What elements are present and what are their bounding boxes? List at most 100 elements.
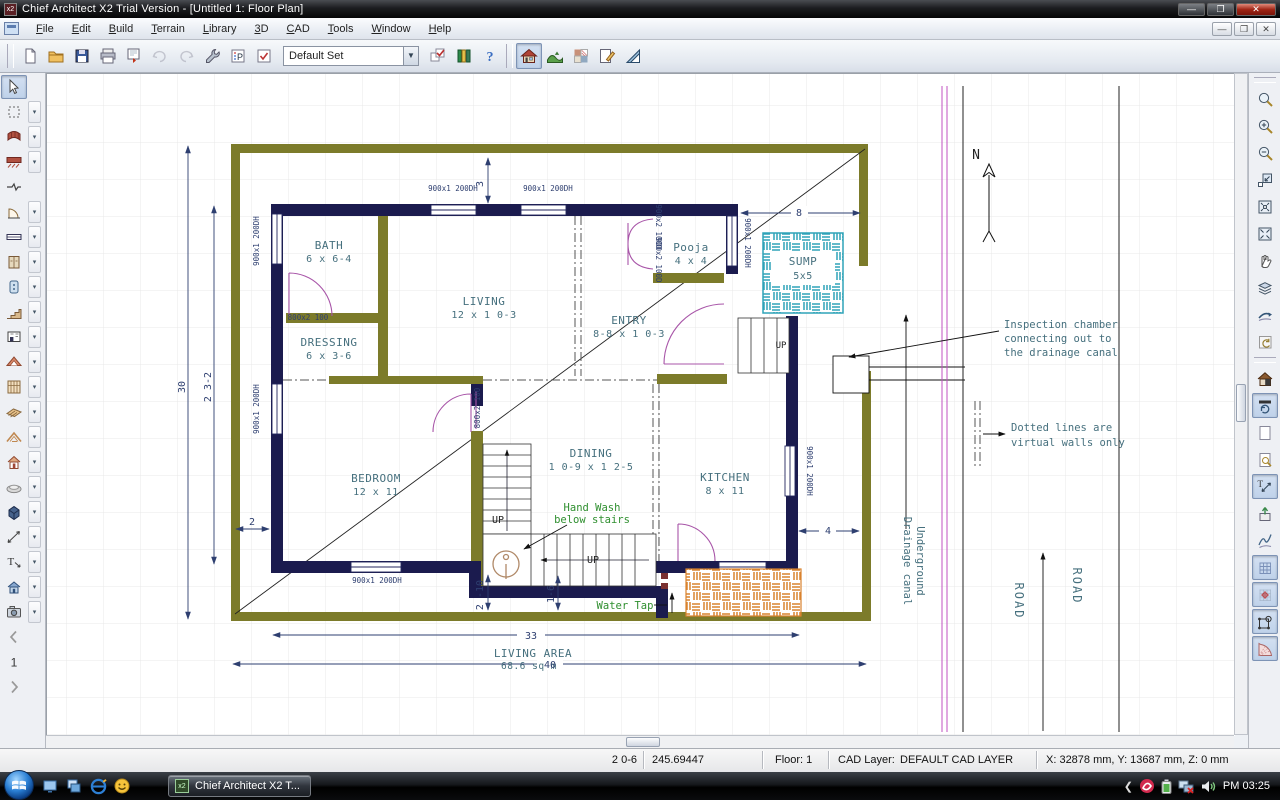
menu-build[interactable]: Build: [100, 21, 142, 37]
menu-file[interactable]: File: [27, 21, 63, 37]
redo[interactable]: [173, 43, 199, 69]
mdi-minimize-button[interactable]: —: [1212, 22, 1232, 36]
taskbar-app-button[interactable]: x2 Chief Architect X2 T...: [168, 775, 311, 797]
mdi-restore-button[interactable]: ❐: [1234, 22, 1254, 36]
color-toggle[interactable]: [1252, 366, 1278, 391]
roof-framing-tool-flyout-arrow[interactable]: ▾: [28, 426, 41, 448]
battery-tray-icon[interactable]: [1161, 779, 1172, 794]
switch-windows-icon[interactable]: [64, 776, 84, 796]
text-tool-flyout-arrow[interactable]: ▾: [28, 551, 41, 573]
mdi-close-button[interactable]: ✕: [1256, 22, 1276, 36]
preferences-check[interactable]: [251, 43, 277, 69]
angle-snaps[interactable]: [1252, 636, 1278, 661]
grid-snaps[interactable]: [1252, 582, 1278, 607]
grid-display[interactable]: [1252, 555, 1278, 580]
layout-view[interactable]: [594, 43, 620, 69]
save[interactable]: [69, 43, 95, 69]
menu-3d[interactable]: 3D: [245, 21, 277, 37]
vertical-scroll-thumb[interactable]: [1236, 384, 1246, 422]
send-to-layout[interactable]: [121, 43, 147, 69]
materials-view[interactable]: [568, 43, 594, 69]
minimize-button[interactable]: —: [1178, 3, 1205, 16]
print-preview[interactable]: [1252, 447, 1278, 472]
volume-tray-icon[interactable]: [1201, 779, 1217, 794]
stairs-tool-flyout-arrow[interactable]: ▾: [28, 301, 41, 323]
porch-paving[interactable]: [686, 569, 801, 616]
camera-tool-flyout-arrow[interactable]: ▾: [28, 601, 41, 623]
library-browser[interactable]: [451, 43, 477, 69]
straight-wall-tool-flyout-arrow[interactable]: ▾: [28, 151, 41, 173]
dormer-tool[interactable]: [1, 450, 27, 474]
primitive-box-tool[interactable]: [1, 500, 27, 524]
help[interactable]: ?: [477, 43, 503, 69]
object-snaps[interactable]: [1252, 609, 1278, 634]
edit-area[interactable]: [1252, 302, 1278, 327]
layer-display[interactable]: [1252, 275, 1278, 300]
curved-wall-tool-flyout-arrow[interactable]: ▾: [28, 126, 41, 148]
floor-up[interactable]: [1, 675, 27, 699]
camera-tool[interactable]: [1, 600, 27, 624]
wall-break-tool[interactable]: [1, 175, 27, 199]
horizontal-scroll-thumb[interactable]: [626, 737, 660, 747]
menu-cad[interactable]: CAD: [278, 21, 319, 37]
camera-view-tool[interactable]: [1, 575, 27, 599]
cabinet-tool[interactable]: [1, 250, 27, 274]
menu-window[interactable]: Window: [362, 21, 419, 37]
style-combo[interactable]: Default Set ▼: [283, 46, 419, 66]
fill-window[interactable]: [1252, 194, 1278, 219]
menu-terrain[interactable]: Terrain: [142, 21, 194, 37]
wall-framing-tool[interactable]: [1, 375, 27, 399]
temp-dimensions[interactable]: T: [1252, 474, 1278, 499]
zoom-out[interactable]: [1252, 140, 1278, 165]
auto-rebuild[interactable]: [1252, 393, 1278, 418]
roof-tool-flyout-arrow[interactable]: ▾: [28, 351, 41, 373]
undo-zoom[interactable]: [1252, 167, 1278, 192]
plan-database[interactable]: P: [225, 43, 251, 69]
window-tool[interactable]: [1, 225, 27, 249]
zoom-in[interactable]: [1252, 113, 1278, 138]
network-tray-icon[interactable]: [1178, 779, 1195, 794]
primitive-box-tool-flyout-arrow[interactable]: ▾: [28, 501, 41, 523]
internet-explorer-icon[interactable]: [88, 776, 108, 796]
central-stairs[interactable]: [483, 444, 531, 534]
dimension-tool-flyout-arrow[interactable]: ▾: [28, 526, 41, 548]
mdi-child-icon[interactable]: [4, 22, 19, 35]
camera-view-tool-flyout-arrow[interactable]: ▾: [28, 576, 41, 598]
blank-sheet[interactable]: [1252, 420, 1278, 445]
restore-button[interactable]: ❐: [1207, 3, 1234, 16]
straight-wall-tool[interactable]: [1, 150, 27, 174]
roof-framing-tool[interactable]: [1, 425, 27, 449]
zoom-tool[interactable]: [1252, 86, 1278, 111]
fixture-tool-flyout-arrow[interactable]: ▾: [28, 326, 41, 348]
floor-framing-tool-flyout-arrow[interactable]: ▾: [28, 401, 41, 423]
spline-tool[interactable]: [1252, 528, 1278, 553]
horizontal-scrollbar[interactable]: [46, 735, 1234, 748]
door-tool[interactable]: [1, 200, 27, 224]
restore-view[interactable]: [1252, 329, 1278, 354]
tray-expand-icon[interactable]: ❮: [1124, 780, 1133, 793]
door-tool-flyout-arrow[interactable]: ▾: [28, 201, 41, 223]
toggle-controls[interactable]: [425, 43, 451, 69]
antivirus-tray-icon[interactable]: [1139, 778, 1155, 794]
fixture-tool[interactable]: [1, 325, 27, 349]
terrain-tool-flyout-arrow[interactable]: ▾: [28, 476, 41, 498]
dormer-tool-flyout-arrow[interactable]: ▾: [28, 451, 41, 473]
export-tool[interactable]: [1252, 501, 1278, 526]
cabinet-tool-flyout-arrow[interactable]: ▾: [28, 251, 41, 273]
clock[interactable]: PM 03:25: [1223, 780, 1270, 792]
view-all[interactable]: [1252, 221, 1278, 246]
text-tool[interactable]: T: [1, 550, 27, 574]
settings-wrench[interactable]: [199, 43, 225, 69]
menu-library[interactable]: Library: [194, 21, 246, 37]
open-folder[interactable]: [43, 43, 69, 69]
pan-tool[interactable]: [1252, 248, 1278, 273]
start-button[interactable]: [4, 770, 34, 800]
undo[interactable]: [147, 43, 173, 69]
wall-framing-tool-flyout-arrow[interactable]: ▾: [28, 376, 41, 398]
electrical-tool[interactable]: [1, 275, 27, 299]
stairs-tool[interactable]: [1, 300, 27, 324]
window-tool-flyout-arrow[interactable]: ▾: [28, 226, 41, 248]
terrain-tool[interactable]: [1, 475, 27, 499]
drawing-canvas[interactable]: BATH 6 x 6-4 DRESSING 6 x 3-6 LIVING 12 …: [46, 73, 1234, 735]
curved-wall-tool[interactable]: [1, 125, 27, 149]
